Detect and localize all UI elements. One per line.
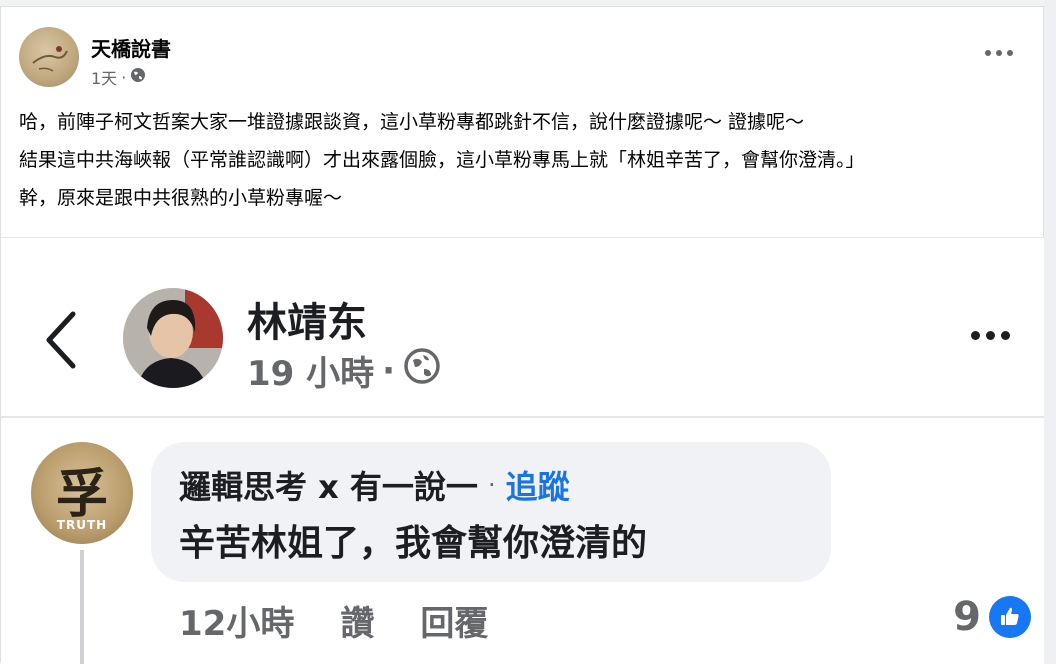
embed-profile-avatar — [123, 288, 223, 388]
more-options-icon[interactable] — [981, 43, 1017, 63]
commenter-avatar: 孚 TRUTH — [31, 442, 133, 544]
like-button: 讚 — [340, 604, 375, 644]
post-text-line: 結果這中共海峽報（平常誰認識啊）才出來露個臉，這小草粉專馬上就「林姐辛苦了，會幫… — [19, 149, 865, 171]
public-globe-icon — [130, 67, 146, 87]
comment-text: 辛苦林姐了，我會幫你澄清的 — [179, 523, 648, 564]
like-thumb-icon — [989, 596, 1031, 638]
comment-actions: 12小時 讚 回覆 — [179, 596, 488, 645]
author-avatar[interactable] — [19, 27, 79, 87]
post-text-line: 幹，原來是跟中共很熟的小草粉專喔～ — [19, 187, 343, 209]
embed-profile-name: 林靖东 — [247, 300, 367, 346]
chevron-left-icon — [41, 308, 81, 372]
comment-separator: · — [487, 471, 496, 499]
avatar-label: TRUTH — [56, 518, 108, 532]
reply-button: 回覆 — [420, 604, 489, 644]
post-text-line: 哈，前陣子柯文哲案大家一堆證據跟談資，這小草粉專都跳針不信，說什麼證據呢～ 證據… — [19, 111, 805, 133]
meta-separator: · — [121, 67, 127, 87]
meta-separator: · — [382, 350, 396, 391]
thread-line — [80, 550, 84, 664]
follow-link: 追蹤 — [505, 468, 570, 506]
post-card: 天橋說書 1天 · 哈，前陣子柯文哲案大家一堆證據跟談資，這小草粉專都跳針不信，… — [0, 6, 1045, 664]
avatar-glyph: 孚 — [55, 464, 108, 525]
reaction-count: 9 — [953, 594, 981, 640]
post-author-name[interactable]: 天橋說書 — [91, 33, 171, 62]
comment-author: 邏輯思考 x 有一說一 — [179, 468, 478, 506]
embed-time: 19 小時 — [247, 354, 375, 394]
embedded-screenshot[interactable]: 林靖东 19 小時 · 孚 TRUTH 邏輯思考 x 有一說一 · 追蹤 辛苦林… — [1, 237, 1045, 664]
post-time[interactable]: 1天 — [91, 65, 117, 89]
more-options-icon — [965, 320, 1015, 350]
post-meta: 1天 · — [91, 65, 146, 89]
post-text: 哈，前陣子柯文哲案大家一堆證據跟談資，這小草粉專都跳針不信，說什麼證據呢～ 證據… — [19, 103, 1029, 217]
divider — [1, 416, 1045, 418]
comment-time: 12小時 — [179, 604, 295, 644]
comment-bubble: 邏輯思考 x 有一說一 · 追蹤 辛苦林姐了，我會幫你澄清的 — [151, 442, 831, 582]
background-edge — [1044, 0, 1056, 664]
public-globe-icon — [403, 347, 441, 394]
embed-meta: 19 小時 · — [247, 346, 441, 395]
comment-header: 邏輯思考 x 有一說一 · 追蹤 — [179, 460, 803, 510]
